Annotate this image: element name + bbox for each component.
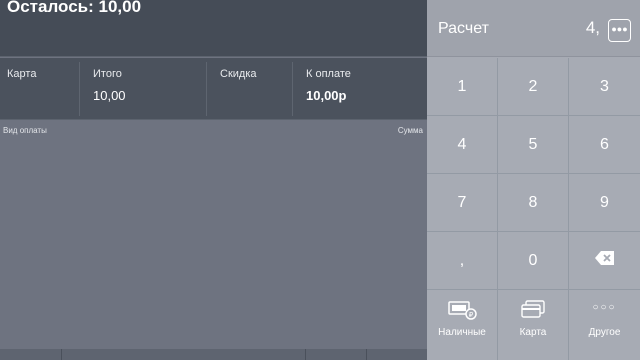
pay-cash-label: Наличные — [438, 327, 486, 338]
ellipsis-icon: ●●● — [611, 24, 628, 34]
pay-card-label: Карта — [519, 327, 547, 338]
pay-cash-button[interactable]: ₽ Наличные — [427, 290, 498, 360]
bottom-toolbar — [0, 349, 427, 360]
calculator-title: Расчет — [438, 20, 489, 37]
backspace-icon — [569, 250, 640, 272]
pay-other-label: Другое — [588, 327, 621, 338]
key-4[interactable]: 4 — [427, 116, 498, 174]
key-7[interactable]: 7 — [427, 174, 498, 232]
key-2[interactable]: 2 — [498, 58, 569, 116]
key-9[interactable]: 9 — [569, 174, 640, 232]
pay-card-button[interactable]: Карта — [498, 290, 569, 360]
totals-to-pay-label: К оплате — [306, 68, 351, 80]
payment-sum-header: Сумма — [397, 126, 423, 135]
calculator-panel: Расчет 4, ●●● 1 2 3 4 5 6 7 8 9 , 0 ₽ На… — [427, 0, 640, 360]
totals-total-value: 10,00 — [93, 88, 126, 103]
totals-divider — [292, 62, 293, 116]
remaining-amount: Осталось: 10,00 — [7, 0, 142, 16]
totals-total-label: Итого — [93, 68, 122, 80]
cash-icon: ₽ — [427, 299, 497, 321]
totals-divider — [79, 62, 80, 116]
totals-bar: Карта Итого 10,00 Скидка К оплате 10,00р — [0, 58, 427, 120]
calculator-display: 4, — [585, 18, 600, 37]
calculator-header: Расчет 4, ●●● — [427, 0, 640, 57]
totals-to-pay: К оплате 10,00р — [292, 58, 427, 120]
payment-panel: Осталось: 10,00 Карта Итого 10,00 Скидка… — [0, 0, 427, 360]
key-comma[interactable]: , — [427, 232, 498, 290]
key-5[interactable]: 5 — [498, 116, 569, 174]
totals-total: Итого 10,00 — [79, 58, 206, 120]
totals-card-label: Карта — [7, 68, 37, 80]
ellipsis-icon: ○○○ — [592, 302, 617, 313]
key-3[interactable]: 3 — [569, 58, 640, 116]
key-8[interactable]: 8 — [498, 174, 569, 232]
backspace-button[interactable] — [569, 232, 640, 290]
totals-discount-label: Скидка — [220, 68, 257, 80]
pay-other-button[interactable]: ○○○ Другое — [569, 290, 640, 360]
key-1[interactable]: 1 — [427, 58, 498, 116]
payment-method-header: Вид оплаты — [3, 126, 47, 135]
more-options-button[interactable]: ●●● — [608, 19, 631, 42]
svg-text:₽: ₽ — [469, 311, 474, 319]
key-6[interactable]: 6 — [569, 116, 640, 174]
totals-card: Карта — [0, 58, 79, 120]
remaining-bar: Осталось: 10,00 — [0, 0, 427, 57]
totals-to-pay-value: 10,00р — [306, 88, 347, 103]
card-icon — [498, 299, 568, 321]
totals-discount: Скидка — [206, 58, 292, 120]
key-0[interactable]: 0 — [498, 232, 569, 290]
totals-divider — [206, 62, 207, 116]
